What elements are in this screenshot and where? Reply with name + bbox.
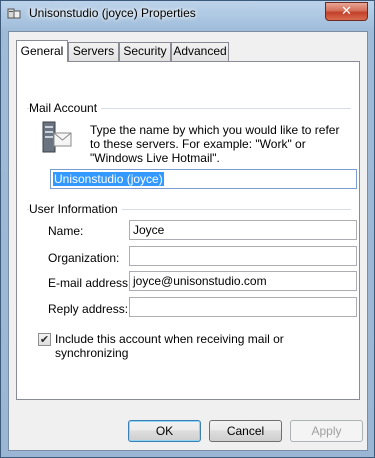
- tab-servers[interactable]: Servers: [68, 42, 119, 61]
- title-bar[interactable]: Unisonstudio (joyce) Properties ✕: [1, 1, 374, 27]
- account-name-selected-text: Unisonstudio (joyce): [53, 172, 164, 186]
- close-icon: ✕: [341, 4, 352, 19]
- apply-button[interactable]: Apply: [290, 420, 363, 442]
- server-mail-icon: [42, 121, 72, 153]
- reply-address-field[interactable]: [129, 297, 357, 317]
- name-field[interactable]: Joyce: [129, 220, 357, 240]
- email-field[interactable]: joyce@unisonstudio.com: [129, 271, 357, 291]
- account-name-description: Type the name by which you would like to…: [90, 123, 340, 165]
- reply-address-label: Reply address:: [48, 302, 129, 316]
- window-title: Unisonstudio (joyce) Properties: [29, 6, 196, 20]
- ok-button[interactable]: OK: [128, 420, 201, 442]
- include-account-checkbox[interactable]: ✔: [38, 333, 51, 346]
- checkmark-icon: ✔: [39, 333, 50, 346]
- dialog-client-area: General Servers Security Advanced Mail A…: [8, 31, 368, 451]
- app-icon: [7, 8, 21, 19]
- mail-account-heading: Mail Account: [29, 101, 102, 115]
- tab-security[interactable]: Security: [119, 42, 171, 61]
- tab-general[interactable]: General: [16, 40, 68, 62]
- include-account-label[interactable]: Include this account when receiving mail…: [55, 332, 359, 360]
- general-tab-panel: Mail Account Type the name by which you …: [16, 61, 360, 400]
- email-label: E-mail address:: [48, 276, 132, 290]
- organization-field[interactable]: [129, 246, 357, 266]
- cancel-button[interactable]: Cancel: [209, 420, 282, 442]
- tab-advanced[interactable]: Advanced: [171, 42, 229, 61]
- properties-window: Unisonstudio (joyce) Properties ✕ Genera…: [0, 0, 375, 458]
- close-button[interactable]: ✕: [325, 2, 368, 21]
- name-label: Name:: [48, 224, 84, 238]
- user-information-heading: User Information: [29, 202, 122, 216]
- account-name-input[interactable]: Unisonstudio (joyce): [50, 169, 357, 189]
- organization-label: Organization:: [48, 251, 120, 265]
